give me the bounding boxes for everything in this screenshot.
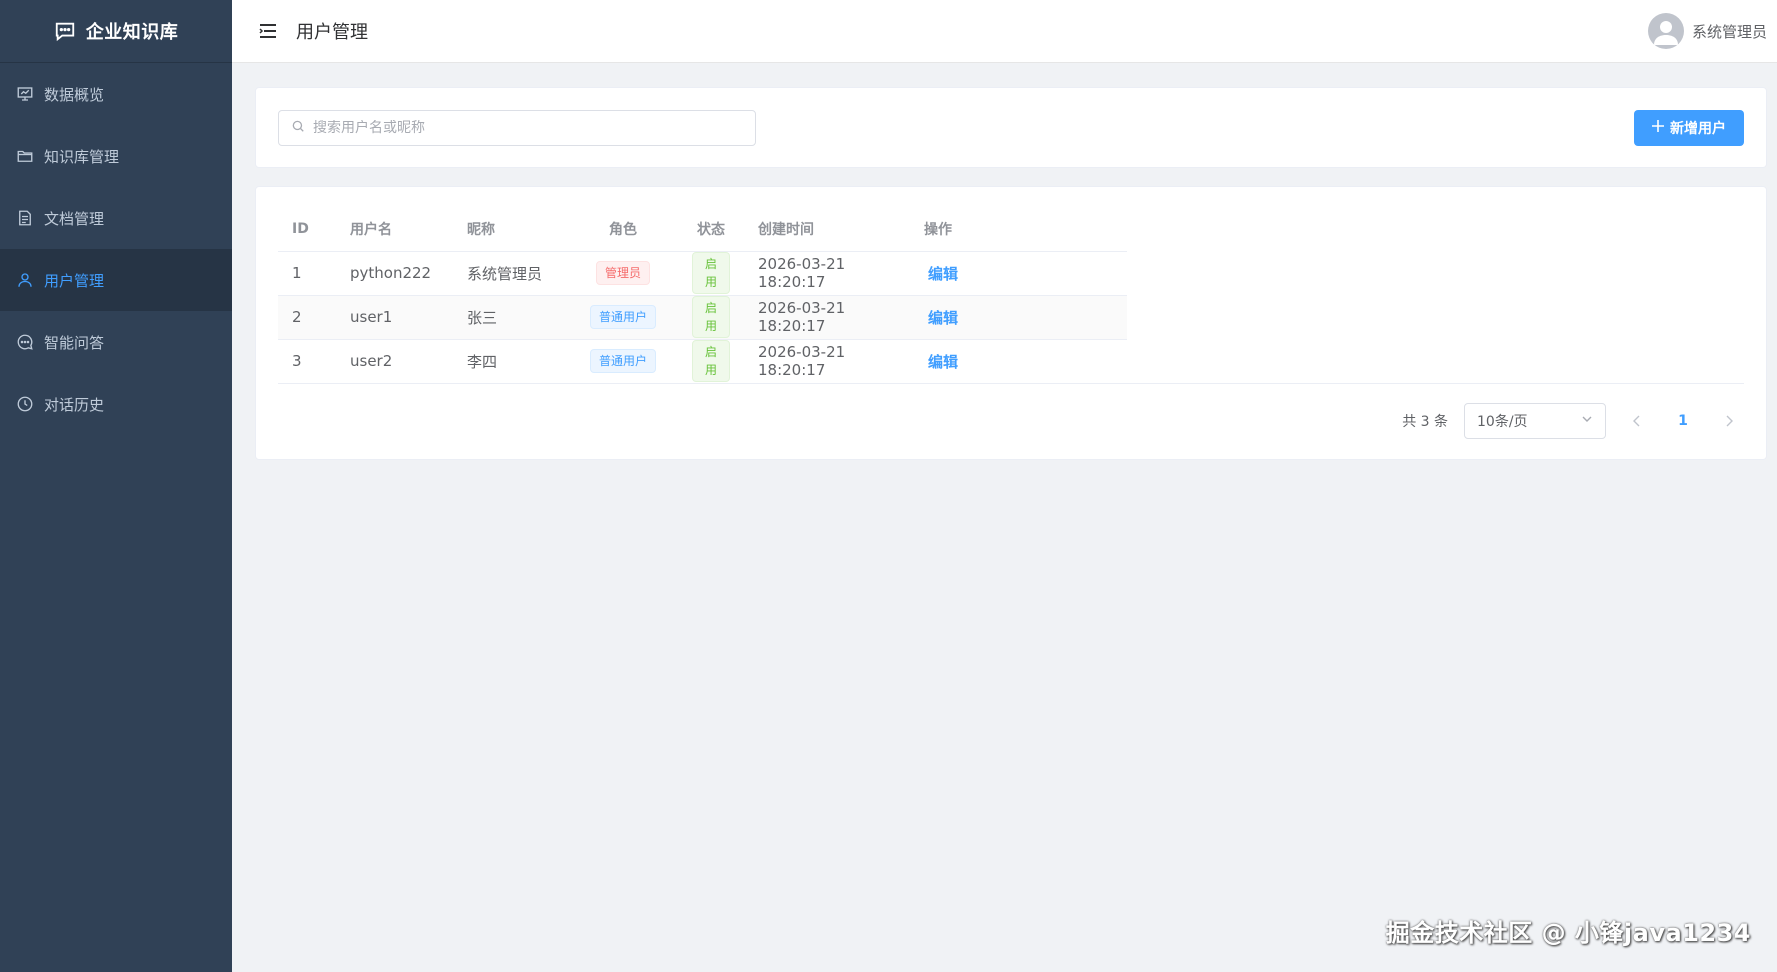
status-badge: 启用 (692, 252, 730, 294)
cell-status: 启用 (678, 339, 744, 384)
sidebar-item-knowledge-base[interactable]: 知识库管理 (0, 125, 232, 187)
menu-toggle-icon[interactable] (256, 19, 280, 43)
cell-created: 2026-03-21 18:20:17 (744, 295, 910, 340)
avatar (1647, 13, 1684, 49)
user-table-card: ID 用户名 昵称 角色 状态 创建时间 操作 1 python222 系统管理… (255, 186, 1767, 460)
column-header-username: 用户名 (336, 207, 453, 252)
table-divider (278, 383, 1744, 384)
presentation-chart-icon (16, 85, 34, 103)
user-menu[interactable]: 系统管理员 (1647, 13, 1767, 49)
pagination: 共 3 条 10条/页 1 (1402, 403, 1744, 439)
page-title: 用户管理 (296, 22, 368, 43)
user-table: ID 用户名 昵称 角色 状态 创建时间 操作 1 python222 系统管理… (278, 207, 1127, 384)
chevron-down-icon (1581, 413, 1593, 429)
cell-role: 普通用户 (568, 339, 678, 384)
sidebar: 企业知识库 数据概览 知识库管理 文档管理 用户管理 智能问答 对话历史 (0, 0, 232, 972)
role-badge: 管理员 (595, 261, 650, 285)
cell-actions: 编辑 (910, 295, 1127, 340)
cell-nickname: 张三 (453, 295, 568, 340)
cell-actions: 编辑 (910, 251, 1127, 296)
search-box[interactable] (278, 109, 756, 146)
top-header: 用户管理 系统管理员 (232, 0, 1777, 63)
search-input[interactable] (313, 119, 743, 136)
column-header-created: 创建时间 (744, 207, 910, 252)
next-page-button[interactable] (1714, 406, 1744, 436)
status-badge: 启用 (692, 296, 730, 338)
sidebar-item-documents[interactable]: 文档管理 (0, 187, 232, 249)
column-header-role: 角色 (568, 207, 678, 252)
edit-button[interactable]: 编辑 (924, 353, 958, 371)
cell-created: 2026-03-21 18:20:17 (744, 339, 910, 384)
cell-nickname: 系统管理员 (453, 251, 568, 296)
user-icon (16, 271, 34, 289)
cell-status: 启用 (678, 251, 744, 296)
sidebar-item-label: 数据概览 (44, 85, 105, 104)
cell-id: 2 (278, 295, 336, 340)
sidebar-item-users[interactable]: 用户管理 (0, 249, 232, 311)
cell-id: 3 (278, 339, 336, 384)
clock-icon (16, 395, 34, 413)
status-badge: 启用 (692, 340, 730, 382)
main-content: 新增用户 ID 用户名 昵称 角色 状态 创建时间 操作 1 python222 (232, 63, 1777, 972)
sidebar-item-label: 文档管理 (44, 209, 105, 228)
search-icon (291, 118, 305, 137)
cell-id: 1 (278, 251, 336, 296)
cell-actions: 编辑 (910, 339, 1127, 384)
table-row: 1 python222 系统管理员 管理员 启用 2026-03-21 18:2… (278, 251, 1127, 296)
sidebar-item-qa[interactable]: 智能问答 (0, 311, 232, 373)
table-row: 3 user2 李四 普通用户 启用 2026-03-21 18:20:17 编… (278, 339, 1127, 384)
sidebar-item-label: 智能问答 (44, 333, 105, 352)
cell-username: python222 (336, 251, 453, 296)
page-size-value: 10条/页 (1477, 414, 1528, 430)
brand: 企业知识库 (0, 0, 232, 63)
sidebar-item-label: 对话历史 (44, 395, 105, 414)
sidebar-item-label: 用户管理 (44, 271, 105, 290)
page-number-current[interactable]: 1 (1668, 406, 1698, 436)
sidebar-item-dashboard[interactable]: 数据概览 (0, 63, 232, 125)
edit-button[interactable]: 编辑 (924, 265, 958, 283)
sidebar-menu: 数据概览 知识库管理 文档管理 用户管理 智能问答 对话历史 (0, 63, 232, 435)
brand-title: 企业知识库 (85, 22, 179, 43)
user-name: 系统管理员 (1691, 22, 1767, 41)
edit-button[interactable]: 编辑 (924, 309, 958, 327)
prev-page-button[interactable] (1622, 406, 1652, 436)
add-user-button[interactable]: 新增用户 (1634, 109, 1744, 146)
column-header-actions: 操作 (910, 207, 1127, 252)
page-size-select[interactable]: 10条/页 (1464, 403, 1606, 439)
pagination-total: 共 3 条 (1402, 414, 1448, 430)
chat-dots-icon (16, 333, 34, 351)
folder-icon (16, 147, 34, 165)
table-row: 2 user1 张三 普通用户 启用 2026-03-21 18:20:17 编… (278, 295, 1127, 340)
cell-status: 启用 (678, 295, 744, 340)
column-header-nickname: 昵称 (453, 207, 568, 252)
column-header-status: 状态 (678, 207, 744, 252)
cell-username: user2 (336, 339, 453, 384)
column-header-id: ID (278, 207, 336, 252)
sidebar-item-history[interactable]: 对话历史 (0, 373, 232, 435)
watermark: 掘金技术社区 @ 小锋java1234 (1385, 919, 1751, 947)
cell-username: user1 (336, 295, 453, 340)
role-badge: 普通用户 (589, 305, 656, 329)
role-badge: 普通用户 (589, 349, 656, 373)
search-card: 新增用户 (255, 87, 1767, 168)
cell-nickname: 李四 (453, 339, 568, 384)
add-user-label: 新增用户 (1670, 120, 1726, 137)
document-icon (16, 209, 34, 227)
sidebar-item-label: 知识库管理 (44, 147, 120, 166)
plus-icon (1652, 119, 1664, 136)
table-header-row: ID 用户名 昵称 角色 状态 创建时间 操作 (278, 207, 1127, 252)
chat-square-icon (54, 20, 76, 42)
cell-role: 普通用户 (568, 295, 678, 340)
cell-role: 管理员 (568, 251, 678, 296)
cell-created: 2026-03-21 18:20:17 (744, 251, 910, 296)
